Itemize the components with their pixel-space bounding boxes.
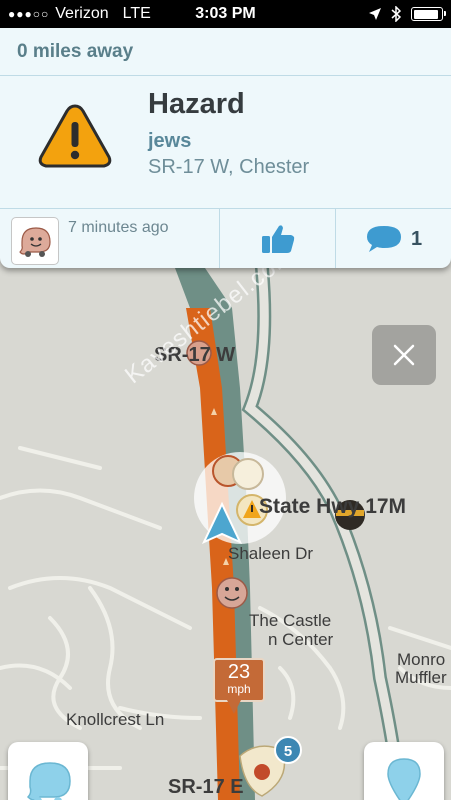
alert-subtitle: jews	[148, 130, 192, 152]
wazer-avatar-icon	[19, 227, 51, 257]
speed-value: 23	[227, 661, 251, 683]
map-label-state-hwy: State Hwy 17M	[259, 495, 407, 518]
map-label-knollcrest: Knollcrest Ln	[66, 710, 165, 729]
map-label-monroe-2: Muffler	[395, 668, 447, 687]
map-label-shaleen-dr: Shaleen Dr	[228, 544, 314, 563]
map-pin-icon	[387, 758, 421, 800]
speed-marker[interactable]: 23 mph	[213, 658, 265, 702]
map-label-castle-2: n Center	[268, 630, 334, 649]
comments-button[interactable]: 1	[336, 209, 451, 268]
speed-unit: mph	[227, 682, 251, 696]
comment-count: 1	[410, 227, 423, 250]
battery-icon	[411, 7, 446, 21]
bluetooth-icon	[391, 6, 401, 22]
warning-triangle-icon	[38, 104, 112, 168]
thumbs-up-icon	[261, 225, 294, 253]
report-button[interactable]	[364, 742, 444, 800]
map-label-sr17e: SR-17 E	[168, 776, 244, 798]
map-label-monroe-1: Monro	[397, 650, 446, 669]
speed-marker-tail	[227, 700, 241, 714]
distance-label: 0 miles away	[0, 28, 451, 76]
signal-strength-icon: ●●●○○	[8, 7, 50, 21]
waze-icon	[26, 762, 71, 800]
battery-fill	[413, 9, 438, 19]
carrier-label: Verizon	[55, 5, 109, 22]
alert-details: Hazard jews SR-17 W, Chester	[0, 76, 451, 208]
reporter-info[interactable]: 7 minutes ago	[0, 209, 220, 268]
reported-time: 7 minutes ago	[68, 219, 169, 236]
alert-title: Hazard	[148, 88, 245, 120]
close-button[interactable]	[372, 325, 436, 385]
report-count-badge[interactable]: 5	[274, 736, 302, 764]
alert-actions: 7 minutes ago 1	[0, 208, 451, 268]
comment-bubble-icon	[366, 226, 401, 252]
alert-location: SR-17 W, Chester	[148, 156, 310, 178]
alert-card[interactable]: 0 miles away Hazard jews SR-17 W, Cheste…	[0, 28, 451, 268]
status-bar: ●●●○○ Verizon LTE 3:03 PM	[0, 0, 451, 28]
waze-menu-button[interactable]	[8, 742, 88, 800]
close-icon	[393, 344, 415, 366]
avatar[interactable]	[11, 217, 59, 265]
map-label-castle-1: The Castle	[249, 611, 332, 630]
network-label: LTE	[122, 5, 151, 22]
location-arrow-icon	[369, 8, 381, 20]
thumbs-up-button[interactable]	[220, 209, 336, 268]
